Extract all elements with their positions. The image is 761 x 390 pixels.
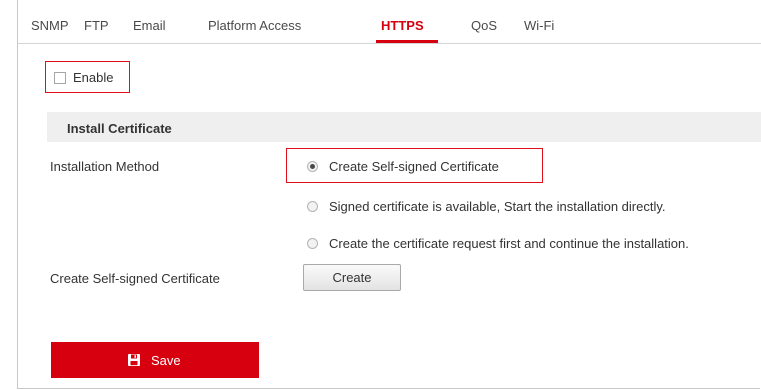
https-settings-panel: SNMP FTP Email Platform Access HTTPS QoS…	[17, 0, 761, 389]
tab-https[interactable]: HTTPS	[381, 18, 424, 33]
tab-platform-access[interactable]: Platform Access	[208, 18, 301, 33]
save-button[interactable]: Save	[51, 342, 259, 378]
save-icon	[128, 354, 140, 366]
save-button-label: Save	[151, 353, 181, 368]
create-self-signed-label: Create Self-signed Certificate	[50, 271, 220, 286]
radio-button[interactable]	[307, 201, 318, 212]
tab-qos[interactable]: QoS	[471, 18, 497, 33]
settings-tab-bar: SNMP FTP Email Platform Access HTTPS QoS…	[18, 0, 761, 44]
tab-snmp[interactable]: SNMP	[31, 18, 69, 33]
enable-checkbox[interactable]	[54, 72, 66, 84]
radio-option-label: Signed certificate is available, Start t…	[329, 199, 666, 214]
active-tab-indicator	[376, 40, 438, 43]
radio-button-selected[interactable]	[307, 161, 318, 172]
radio-option-label: Create the certificate request first and…	[329, 236, 689, 251]
tab-email[interactable]: Email	[133, 18, 166, 33]
enable-label: Enable	[73, 70, 114, 85]
tab-wifi[interactable]: Wi-Fi	[524, 18, 554, 33]
radio-button[interactable]	[307, 238, 318, 249]
enable-highlight-box: Enable	[45, 61, 130, 93]
installation-method-label: Installation Method	[50, 159, 160, 174]
create-button[interactable]: Create	[303, 264, 401, 291]
section-title: Install Certificate	[67, 121, 172, 136]
install-certificate-header: Install Certificate	[47, 112, 761, 142]
radio-option-label: Create Self-signed Certificate	[329, 159, 499, 174]
tab-ftp[interactable]: FTP	[84, 18, 109, 33]
